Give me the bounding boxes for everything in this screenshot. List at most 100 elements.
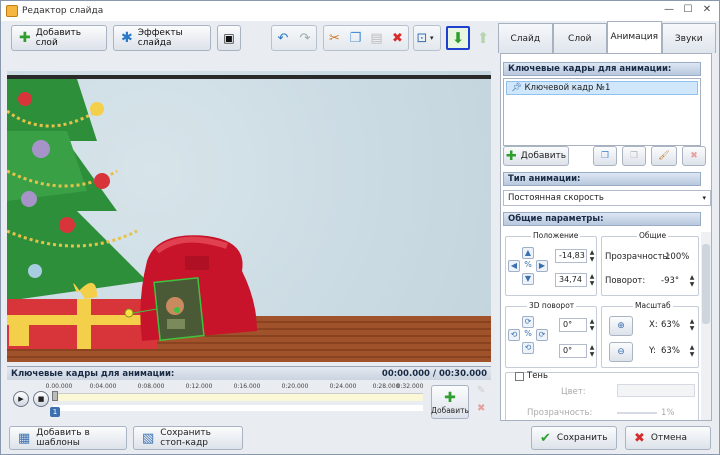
rotate3d-b-input[interactable]: 0° <box>559 344 587 358</box>
shadow-checkbox[interactable] <box>515 372 524 381</box>
scale-x-value[interactable]: 63% <box>661 320 680 330</box>
time-readout: 00:00.000 / 00:30.000 <box>381 368 487 379</box>
bottom-bar: ▦ Добавить в шаблоны ▧ Сохранить стоп-ка… <box>1 421 719 455</box>
cancel-button[interactable]: ✖ Отмена <box>625 426 711 450</box>
slide-effects-button[interactable]: ✱ Эффекты слайда <box>113 25 211 51</box>
tab-sounds[interactable]: Звуки <box>661 23 716 53</box>
rotate3d-b-stepper[interactable]: ▲ ▼ <box>587 344 597 358</box>
zoom-in-button[interactable]: ⊕ <box>609 316 633 336</box>
image-icon: ▧ <box>142 430 155 446</box>
stop-button[interactable]: ■ <box>33 391 49 407</box>
arrow-up-icon[interactable]: ▲ <box>522 247 534 259</box>
rotation-value[interactable]: -93° <box>661 276 679 286</box>
app-icon <box>6 5 18 17</box>
undo-icon[interactable]: ↶ <box>273 27 293 49</box>
edit-icon[interactable]: ✎ <box>477 385 485 396</box>
delete-icon[interactable]: ✖ <box>477 403 485 414</box>
save-label: Сохранить <box>556 433 608 443</box>
rotation-handle[interactable] <box>124 308 134 318</box>
animation-type-select[interactable]: Постоянная скорость ▾ <box>503 190 711 206</box>
keyframe-marker[interactable]: 1 <box>50 407 60 417</box>
play-button[interactable]: ▶ <box>13 391 29 407</box>
minimize-button[interactable]: — <box>661 3 677 17</box>
add-keyframe-button[interactable]: ✚ Добавить <box>503 146 569 166</box>
keyframes-header: Ключевые кадры для анимации: <box>503 62 701 76</box>
title-bar: Редактор слайда — ☐ ✕ <box>1 1 719 21</box>
tick-label: 0:08.000 <box>137 383 165 390</box>
save-button[interactable]: ✔ Сохранить <box>531 426 617 450</box>
slide-canvas[interactable] <box>7 71 491 362</box>
rotation-stepper[interactable]: ▲ ▼ <box>687 274 697 288</box>
timeline-add-button[interactable]: ✚ Добавить <box>431 385 469 419</box>
delete-icon: ✖ <box>690 151 698 161</box>
position-x-stepper[interactable]: ▲ ▼ <box>587 249 597 263</box>
scale-y-stepper[interactable]: ▲ ▼ <box>687 344 697 358</box>
playhead[interactable]: 1 <box>50 391 60 419</box>
brush-keyframe-button[interactable]: 🖌︎ <box>651 146 677 166</box>
scale-x-stepper[interactable]: ▲ ▼ <box>687 318 697 332</box>
tab-layer[interactable]: Слой <box>552 23 607 53</box>
zoom-out-button[interactable]: ⊖ <box>609 342 633 362</box>
play-icon: ▶ <box>18 395 24 403</box>
rotate3d-a-stepper[interactable]: ▲ ▼ <box>587 318 597 332</box>
rotate-x-up-icon[interactable]: ⟳ <box>522 316 534 328</box>
scale-y-value[interactable]: 63% <box>661 346 680 356</box>
keyframes-list[interactable]: 📌︎ Ключевой кадр №1 <box>503 78 701 146</box>
tick-label: 0:32.000 <box>396 383 424 390</box>
add-to-templates-button[interactable]: ▦ Добавить в шаблоны <box>9 426 127 450</box>
percent-icon: % <box>524 260 532 269</box>
delete-keyframe-button[interactable]: ✖ <box>682 146 706 166</box>
layer-order-group: ⬇ ⬆ <box>445 25 497 51</box>
paste-keyframe-button[interactable]: ❐ <box>622 146 646 166</box>
save-stop-frame-button[interactable]: ▧ Сохранить стоп-кадр <box>133 426 243 450</box>
add-layer-label: Добавить слой <box>35 28 82 48</box>
tab-slide[interactable]: Слайд <box>498 23 553 53</box>
rotate-x-down-icon[interactable]: ⟲ <box>522 342 534 354</box>
shadow-opacity-slider[interactable] <box>617 412 657 414</box>
shadow-color-picker[interactable] <box>617 384 695 397</box>
cut-icon[interactable]: ✂ <box>325 27 344 49</box>
position-y-stepper[interactable]: ▲ ▼ <box>587 273 597 287</box>
slide-editor-window: Редактор слайда — ☐ ✕ ✚ Добавить слой ✱ … <box>0 0 720 455</box>
arrow-down-icon[interactable]: ▼ <box>522 273 534 285</box>
copy-keyframe-button[interactable]: ❐ <box>593 146 617 166</box>
redo-icon[interactable]: ↷ <box>295 27 315 49</box>
camera-icon: ▣ <box>223 31 235 45</box>
camera-button[interactable]: ▣ <box>217 25 241 51</box>
paste-icon[interactable]: ▤ <box>367 27 386 49</box>
copy-icon[interactable]: ❐ <box>346 27 365 49</box>
tick-label: 0:12.000 <box>185 383 213 390</box>
delete-icon[interactable]: ✖ <box>388 27 407 49</box>
position-x-input[interactable]: -14,83 <box>555 249 587 263</box>
shadow-opacity-value[interactable]: 1% <box>661 408 675 418</box>
panel-scrollbar[interactable] <box>701 232 711 420</box>
move-up-icon[interactable]: ⬆ <box>472 27 494 49</box>
position-y-input[interactable]: 34,74 <box>555 273 587 287</box>
move-down-icon[interactable]: ⬇ <box>446 26 470 50</box>
tab-animation[interactable]: Анимация <box>607 21 662 53</box>
rotate3d-a-input[interactable]: 0° <box>559 318 587 332</box>
timeline-title: Ключевые кадры для анимации: <box>11 368 175 379</box>
shadow-opacity-label: Прозрачность: <box>527 408 593 418</box>
plus-icon: ✚ <box>19 30 31 46</box>
undo-redo-group: ↶ ↷ <box>271 25 317 51</box>
slide-effects-label: Эффекты слайда <box>137 28 183 48</box>
align-dropdown[interactable]: ⊡ ▾ <box>413 25 441 51</box>
scale-title: Масштаб <box>633 301 673 310</box>
common-params-header: Общие параметры: <box>503 212 701 226</box>
christmas-tree <box>7 79 147 301</box>
scrollbar-thumb[interactable] <box>702 244 710 324</box>
rotate-y-right-icon[interactable]: ⟳ <box>536 329 548 341</box>
opacity-value[interactable]: 100% <box>665 252 689 262</box>
arrow-right-icon[interactable]: ▶ <box>536 260 548 272</box>
position-title: Положение <box>531 231 581 240</box>
maximize-button[interactable]: ☐ <box>680 3 696 17</box>
add-layer-button[interactable]: ✚ Добавить слой <box>11 25 107 51</box>
arrow-left-icon[interactable]: ◀ <box>508 260 520 272</box>
tick-label: 0:28.000 <box>372 383 400 390</box>
keyframe-track[interactable] <box>53 393 423 401</box>
tick-label: 0:20.000 <box>281 383 309 390</box>
keyframe-item[interactable]: 📌︎ Ключевой кадр №1 <box>506 81 698 95</box>
close-window-button[interactable]: ✕ <box>699 3 715 17</box>
rotate-y-left-icon[interactable]: ⟲ <box>508 329 520 341</box>
